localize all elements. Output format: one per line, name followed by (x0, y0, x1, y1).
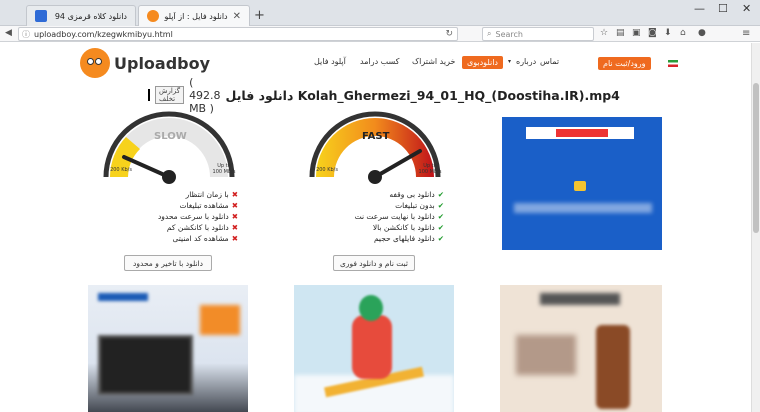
maximize-icon[interactable]: ☐ (718, 2, 728, 15)
site-favicon-icon (35, 10, 47, 22)
advertisement-banner[interactable] (502, 117, 662, 250)
cross-icon: ✖ (231, 201, 238, 210)
uploadboy-favicon-icon (147, 10, 159, 22)
list-item: ✔ دانلود با نهایت سرعت نت (354, 212, 444, 221)
tab-title: دانلود کلاه قرمزی 94 با (52, 11, 127, 21)
close-window-icon[interactable]: ✕ (742, 2, 751, 15)
advertisement-ski[interactable] (294, 285, 454, 412)
slow-speed-gauge: SLOW 200 Kb/s Up to 100 Mb/s (100, 105, 238, 187)
qr-code-icon[interactable] (148, 89, 150, 101)
premium-features-list: ✔ دانلود بی وقفه ✔ بدون تبلیغات ✔ دانلود با… (340, 189, 444, 244)
list-item: ✔ دانلود بی وقفه (389, 190, 444, 199)
check-icon: ✔ (437, 223, 444, 232)
info-icon[interactable]: ⓘ (22, 29, 30, 40)
fast-gauge-needle (373, 149, 422, 179)
check-icon: ✔ (437, 201, 444, 210)
site-logo[interactable]: Uploadboy (80, 47, 210, 79)
browser-tab-2[interactable]: دانلود فایل : از آپلودب... ✕ (138, 5, 250, 26)
fast-label: FAST (362, 131, 390, 142)
advertisement-boots[interactable] (500, 285, 662, 412)
back-icon[interactable]: ◀ (5, 28, 12, 38)
logo-mascot-icon (80, 48, 110, 78)
cross-icon: ✖ (231, 234, 238, 243)
menu-subscription[interactable]: خرید اشتراک (412, 57, 455, 66)
check-icon: ✔ (437, 234, 444, 243)
file-title-row: گزارش تخلف ( 492.8 MB ) دانلود فایل Kola… (148, 76, 620, 115)
menu-earn[interactable]: کسب درامد (360, 57, 399, 66)
browser-nav-bar: ◀ ⓘ uploadboy.com/kzegwkmibyu.html ↻ ⌕ S… (0, 26, 760, 42)
cross-icon: ✖ (231, 190, 238, 199)
iran-flag-icon[interactable] (668, 60, 678, 67)
fast-speed-gauge: FAST 200 Kb/s Up to 100 Mb/s (306, 105, 444, 187)
search-box[interactable]: ⌕ Search (482, 27, 594, 41)
url-text: uploadboy.com/kzegwkmibyu.html (34, 29, 173, 39)
gauge-min-label: 200 Kb/s (110, 167, 132, 173)
list-item: ✖ دانلود با کانکشن کم (166, 223, 238, 232)
list-item: ✔ بدون تبلیغات (395, 201, 444, 210)
reading-list-icon[interactable]: ▤ (616, 28, 625, 38)
check-icon: ✔ (437, 190, 444, 199)
cross-icon: ✖ (231, 212, 238, 221)
library-icon[interactable]: ▣ (632, 28, 641, 38)
list-item: ✔ دانلود با کانکشن بالا (372, 223, 444, 232)
logo-text: Uploadboy (114, 53, 211, 73)
check-icon: ✔ (437, 212, 444, 221)
premium-download-button[interactable]: ثبت نام و دانلود فوری (333, 255, 415, 271)
file-name: دانلود فایل Kolah_Ghermezi_94_01_HQ_(Doo… (225, 87, 620, 103)
gauge-min-label: 200 Kb/s (316, 167, 338, 173)
search-icon: ⌕ (487, 29, 492, 38)
login-register-button[interactable]: ورود/ثبت نام (598, 57, 651, 70)
search-placeholder: Search (495, 29, 523, 39)
bookmark-star-icon[interactable]: ☆ (600, 28, 608, 38)
list-item: ✖ مشاهده کد امنیتی (172, 234, 238, 243)
report-button[interactable]: گزارش تخلف (155, 86, 185, 104)
chat-icon[interactable]: ● (698, 28, 706, 38)
new-tab-button[interactable]: + (254, 8, 265, 23)
menu-upload[interactable]: آپلود فایل (314, 57, 346, 66)
tab-title: دانلود فایل : از آپلودب... (164, 11, 228, 21)
page-content: Uploadboy آپلود فایل کسب درامد خرید اشتر… (0, 43, 760, 412)
gauge-max-label: Up to 100 Mb/s (212, 163, 236, 175)
free-download-button[interactable]: دانلود با تاخیر و محدود (124, 255, 212, 271)
minimize-icon[interactable]: — (694, 2, 705, 15)
cross-icon: ✖ (231, 223, 238, 232)
menu-download-button[interactable]: دانلودبوی (462, 56, 503, 69)
menu-about[interactable]: درباره (516, 57, 536, 66)
list-item: ✔ دانلود فایلهای حجیم (373, 234, 444, 243)
menu-contact[interactable]: تماس (540, 57, 559, 66)
advertisement-laptop[interactable] (88, 285, 248, 412)
download-icon[interactable]: ⬇ (664, 28, 672, 38)
vertical-scrollbar[interactable] (751, 43, 760, 412)
hamburger-menu-icon[interactable]: ≡ (742, 28, 750, 39)
list-item: ✖ مشاهده تبلیغات (179, 201, 238, 210)
list-item: ✖ دانلود با سرعت محدود (157, 212, 238, 221)
browser-tab-1[interactable]: دانلود کلاه قرمزی 94 با (26, 5, 136, 26)
close-tab-icon[interactable]: ✕ (233, 11, 241, 22)
browser-tab-bar: دانلود کلاه قرمزی 94 با دانلود فایل : از… (0, 0, 760, 26)
free-features-list: ✖ با زمان انتظار ✖ مشاهده تبلیغات ✖ دانلود … (134, 189, 238, 244)
list-item: ✖ با زمان انتظار (185, 190, 238, 199)
gauge-max-label: Up to 100 Mb/s (418, 163, 442, 175)
home-icon[interactable]: ⌂ (680, 28, 686, 38)
chevron-down-icon: ▾ (508, 58, 512, 65)
reload-icon[interactable]: ↻ (445, 29, 453, 39)
address-bar[interactable]: ⓘ uploadboy.com/kzegwkmibyu.html ↻ (18, 27, 458, 41)
scrollbar-thumb[interactable] (753, 83, 759, 233)
slow-label: SLOW (154, 131, 187, 142)
pocket-icon[interactable]: ◙ (648, 28, 657, 38)
